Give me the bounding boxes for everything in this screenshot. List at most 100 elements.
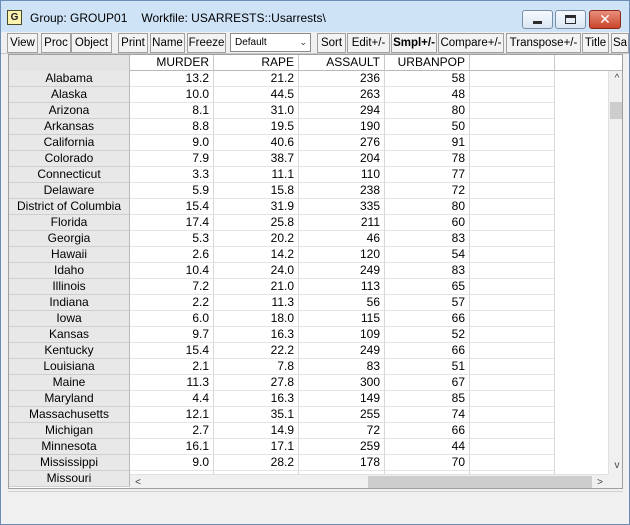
column-header-rape[interactable]: RAPE	[214, 55, 299, 71]
title-bar[interactable]: G Group: GROUP01 Workfile: USARRESTS::Usa…	[1, 1, 629, 32]
cell-empty[interactable]	[470, 439, 555, 455]
row-label[interactable]: Massachusetts	[9, 407, 130, 423]
row-label[interactable]: Delaware	[9, 183, 130, 199]
cell-murder[interactable]: 11.3	[130, 375, 214, 391]
cell-assault[interactable]: 259	[299, 439, 385, 455]
row-label[interactable]: Minnesota	[9, 439, 130, 455]
cell-murder[interactable]: 2.7	[130, 423, 214, 439]
row-label[interactable]: Colorado	[9, 151, 130, 167]
cell-murder[interactable]: 2.1	[130, 359, 214, 375]
cell-rape[interactable]: 27.8	[214, 375, 299, 391]
cell-rape[interactable]: 16.3	[214, 391, 299, 407]
row-label[interactable]: Connecticut	[9, 167, 130, 183]
cell-murder[interactable]: 13.2	[130, 71, 214, 87]
row-label[interactable]: Kansas	[9, 327, 130, 343]
cell-murder[interactable]: 2.2	[130, 295, 214, 311]
cell-assault[interactable]: 263	[299, 87, 385, 103]
cell-rape[interactable]: 22.2	[214, 343, 299, 359]
sort-button[interactable]: Sort	[317, 33, 346, 53]
cell-empty[interactable]	[470, 455, 555, 471]
cell-murder[interactable]: 10.0	[130, 87, 214, 103]
format-dropdown[interactable]: Default ⌄	[230, 33, 311, 52]
cell-murder[interactable]: 7.2	[130, 279, 214, 295]
name-button[interactable]: Name	[150, 33, 185, 53]
vertical-scroll-thumb[interactable]	[610, 102, 622, 119]
cell-empty[interactable]	[470, 71, 555, 87]
cell-rape[interactable]: 16.3	[214, 327, 299, 343]
cell-assault[interactable]: 113	[299, 279, 385, 295]
cell-urbanpop[interactable]: 74	[385, 407, 470, 423]
cell-murder[interactable]: 7.9	[130, 151, 214, 167]
cell-murder[interactable]: 3.3	[130, 167, 214, 183]
row-label[interactable]: Kentucky	[9, 343, 130, 359]
cell-urbanpop[interactable]: 80	[385, 103, 470, 119]
cell-assault[interactable]: 236	[299, 71, 385, 87]
cell-empty[interactable]	[470, 359, 555, 375]
cell-urbanpop[interactable]: 83	[385, 263, 470, 279]
cell-empty[interactable]	[470, 279, 555, 295]
cell-assault[interactable]: 46	[299, 231, 385, 247]
cell-urbanpop[interactable]: 44	[385, 439, 470, 455]
cell-assault[interactable]: 294	[299, 103, 385, 119]
sample-button[interactable]: Sa	[611, 33, 629, 53]
cell-rape[interactable]: 31.9	[214, 199, 299, 215]
cell-urbanpop[interactable]: 77	[385, 167, 470, 183]
cell-assault[interactable]: 110	[299, 167, 385, 183]
horizontal-scrollbar[interactable]: < >	[130, 474, 608, 488]
cell-urbanpop[interactable]: 66	[385, 343, 470, 359]
cell-assault[interactable]: 178	[299, 455, 385, 471]
cell-rape[interactable]: 11.3	[214, 295, 299, 311]
cell-urbanpop[interactable]: 57	[385, 295, 470, 311]
cell-rape[interactable]: 17.1	[214, 439, 299, 455]
cell-empty[interactable]	[470, 231, 555, 247]
cell-murder[interactable]: 5.3	[130, 231, 214, 247]
cell-rape[interactable]: 20.2	[214, 231, 299, 247]
row-label[interactable]: California	[9, 135, 130, 151]
cell-assault[interactable]: 109	[299, 327, 385, 343]
cell-rape[interactable]: 21.2	[214, 71, 299, 87]
column-header-murder[interactable]: MURDER	[130, 55, 214, 71]
view-button[interactable]: View	[7, 33, 38, 53]
cell-empty[interactable]	[470, 343, 555, 359]
row-label[interactable]: Arizona	[9, 103, 130, 119]
cell-urbanpop[interactable]: 60	[385, 215, 470, 231]
cell-empty[interactable]	[470, 103, 555, 119]
cell-murder[interactable]: 17.4	[130, 215, 214, 231]
title-button[interactable]: Title	[582, 33, 609, 53]
cell-assault[interactable]: 276	[299, 135, 385, 151]
cell-empty[interactable]	[470, 87, 555, 103]
cell-murder[interactable]: 10.4	[130, 263, 214, 279]
close-button[interactable]: ✕	[589, 10, 621, 29]
cell-assault[interactable]: 56	[299, 295, 385, 311]
compare-toggle-button[interactable]: Compare+/-	[438, 33, 504, 53]
print-button[interactable]: Print	[118, 33, 148, 53]
edit-toggle-button[interactable]: Edit+/-	[347, 33, 390, 53]
row-label[interactable]: Louisiana	[9, 359, 130, 375]
chevron-left-icon[interactable]: <	[130, 475, 146, 488]
cell-murder[interactable]: 6.0	[130, 311, 214, 327]
row-label[interactable]: Illinois	[9, 279, 130, 295]
cell-assault[interactable]: 115	[299, 311, 385, 327]
cell-rape[interactable]: 14.9	[214, 423, 299, 439]
cell-rape[interactable]: 14.2	[214, 247, 299, 263]
cell-murder[interactable]: 8.1	[130, 103, 214, 119]
cell-empty[interactable]	[470, 119, 555, 135]
corner-header-cell[interactable]	[9, 55, 130, 71]
cell-empty[interactable]	[470, 215, 555, 231]
row-label[interactable]: Iowa	[9, 311, 130, 327]
cell-rape[interactable]: 40.6	[214, 135, 299, 151]
cell-murder[interactable]: 8.8	[130, 119, 214, 135]
row-label[interactable]: Florida	[9, 215, 130, 231]
cell-rape[interactable]: 24.0	[214, 263, 299, 279]
cell-empty[interactable]	[470, 167, 555, 183]
cell-assault[interactable]: 190	[299, 119, 385, 135]
cell-empty[interactable]	[470, 199, 555, 215]
cell-empty[interactable]	[470, 375, 555, 391]
row-label[interactable]: Idaho	[9, 263, 130, 279]
cell-urbanpop[interactable]: 83	[385, 231, 470, 247]
chevron-down-icon[interactable]: v	[609, 458, 622, 474]
cell-urbanpop[interactable]: 91	[385, 135, 470, 151]
cell-empty[interactable]	[470, 135, 555, 151]
minimize-button[interactable]	[522, 10, 553, 29]
column-header-assault[interactable]: ASSAULT	[299, 55, 385, 71]
